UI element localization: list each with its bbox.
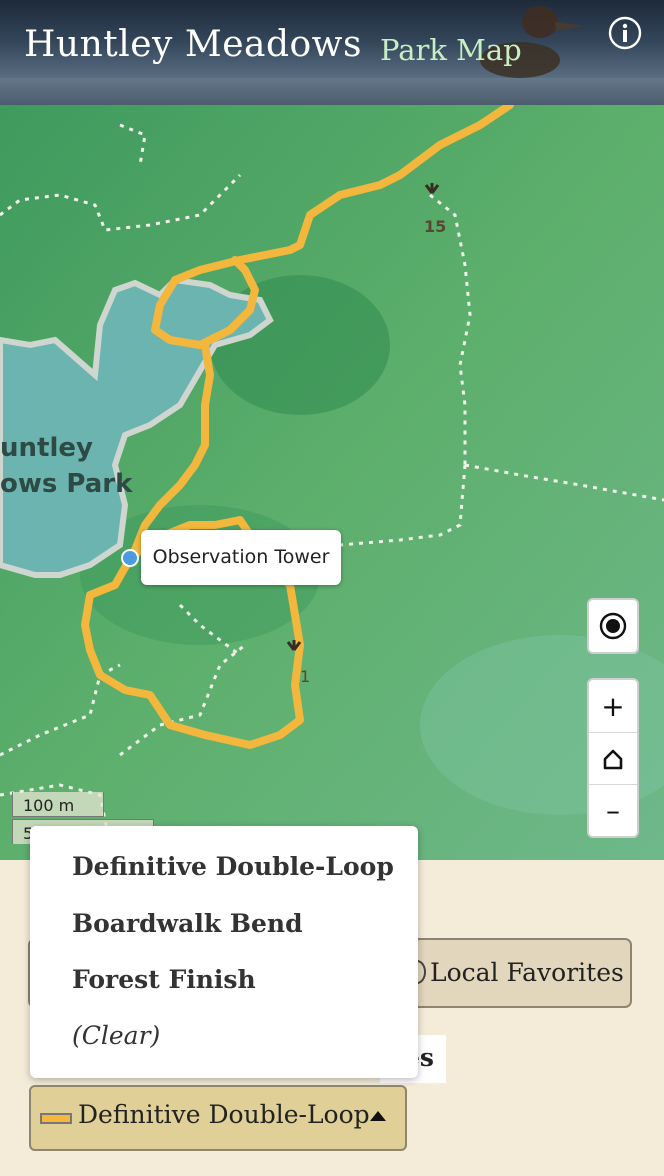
app-subtitle: Park Map	[380, 33, 522, 67]
poi-1-label: 1	[300, 667, 311, 686]
observation-tower-callout[interactable]: Observation Tower	[141, 530, 341, 585]
app-header: Huntley Meadows Park Map	[0, 0, 664, 105]
menu-item-clear[interactable]: (Clear)	[72, 1021, 160, 1050]
zoom-out-button[interactable]: –	[589, 784, 637, 836]
observation-tower-marker	[121, 549, 139, 567]
route-color-swatch	[40, 1113, 72, 1124]
home-icon	[603, 749, 623, 769]
zoom-control: + –	[587, 678, 639, 838]
poi-15-label: 15	[424, 217, 447, 236]
home-button[interactable]	[589, 732, 637, 784]
locate-control	[587, 598, 639, 654]
zoom-in-button[interactable]: +	[589, 680, 637, 732]
place-label-line2: ows Park	[0, 469, 133, 499]
menu-item-definitive-double-loop[interactable]: Definitive Double-Loop	[72, 852, 394, 881]
menu-item-forest-finish[interactable]: Forest Finish	[72, 965, 256, 994]
route-select-value: Definitive Double-Loop	[78, 1100, 370, 1129]
locate-icon	[599, 612, 627, 640]
locate-button[interactable]	[589, 600, 637, 652]
caret-up-icon[interactable]	[370, 1111, 386, 1121]
place-label-line1: untley	[0, 433, 93, 463]
app-title: Huntley Meadows	[24, 24, 362, 65]
info-icon[interactable]	[608, 16, 642, 50]
menu-item-boardwalk-bend[interactable]: Boardwalk Bend	[72, 909, 303, 938]
route-dropdown-menu: Definitive Double-Loop Boardwalk Bend Fo…	[30, 826, 418, 1078]
park-map[interactable]: untley ows Park 15 1 Observation Tower +…	[0, 105, 664, 860]
local-favorites-label: Local Favorites	[430, 958, 624, 987]
scale-bar-metric: 100 m	[12, 792, 104, 817]
